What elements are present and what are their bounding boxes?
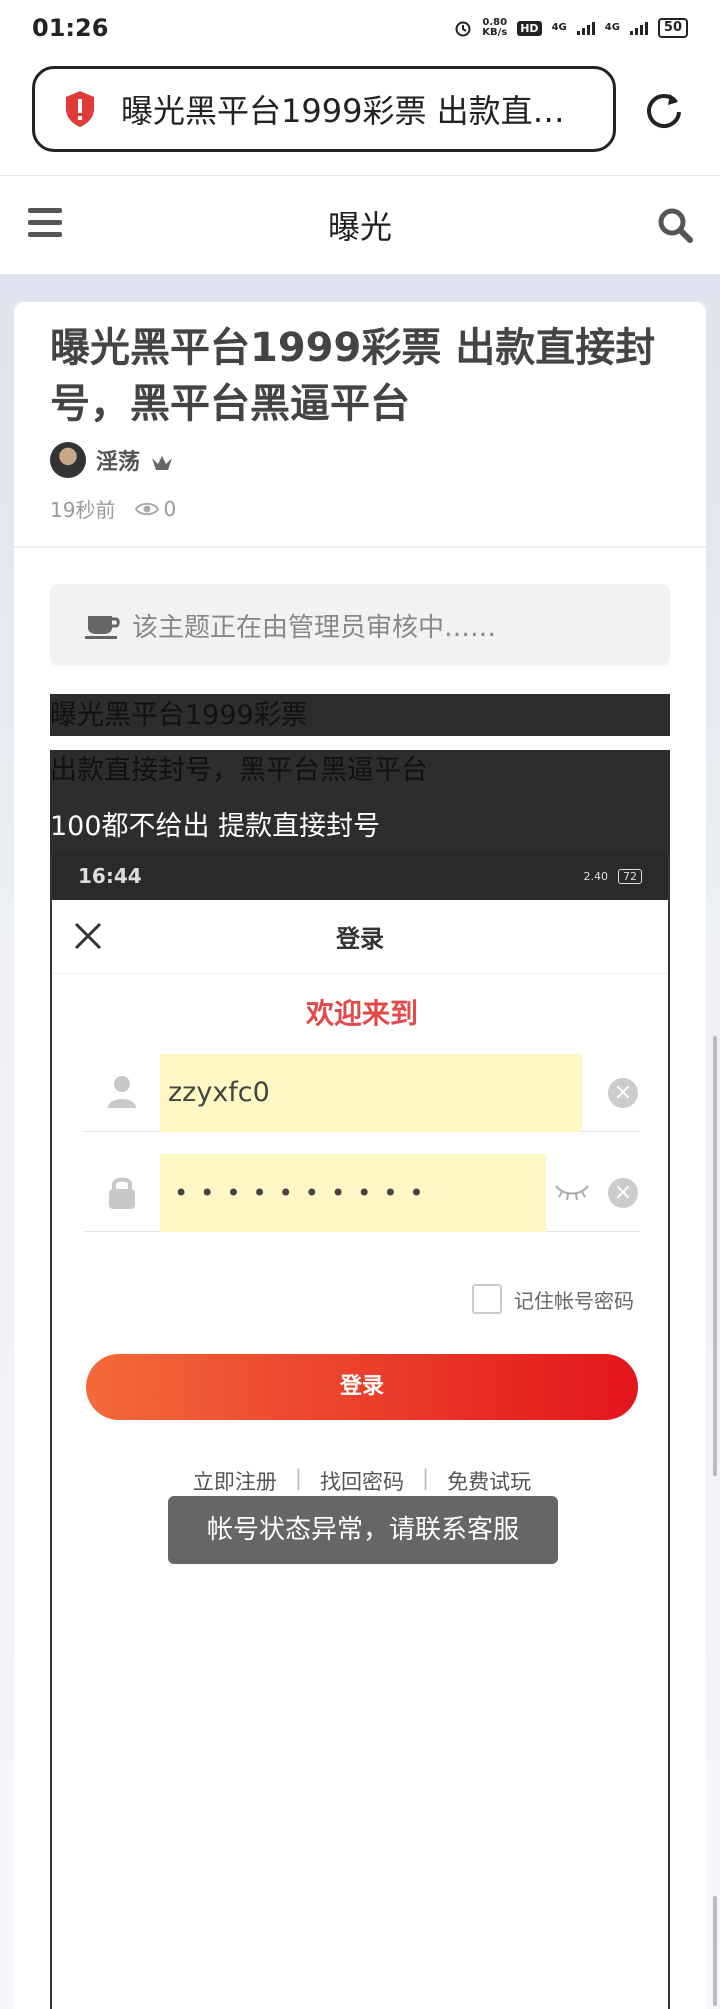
post-meta: 19秒前 0 <box>50 494 176 523</box>
password-value: •••••••••• <box>160 1154 546 1232</box>
net-speed: 0.80 KB/s <box>482 17 508 38</box>
hd-icon: HD <box>517 20 542 36</box>
site-title[interactable]: 曝光 <box>328 202 392 248</box>
scrollbar-lower[interactable] <box>713 1896 717 2006</box>
remember-checkbox <box>472 1284 502 1314</box>
embedded-time: 16:44 <box>78 864 142 888</box>
username-value: zzyxfc0 <box>160 1054 582 1132</box>
alarm-icon <box>455 21 471 37</box>
author-name[interactable]: 淫荡 <box>96 444 140 476</box>
account-links: 立即注册 | 找回密码 | 免费试玩 <box>52 1466 668 1496</box>
embedded-battery: 72 <box>618 868 642 884</box>
site-header: 曝光 <box>0 176 720 274</box>
status-bar: 01:26 0.80 KB/s HD 4G 4G 50 <box>0 0 720 56</box>
embedded-screenshot: 16:44 2.40 72 登录 欢迎来到 zzyxfc0 × ••••••••… <box>50 852 670 2009</box>
login-button: 登录 <box>86 1354 638 1420</box>
remember-label: 记住帐号密码 <box>514 1288 634 1313</box>
link-separator: | <box>422 1466 430 1490</box>
post-card: 曝光黑平台1999彩票 出款直接封号，黑平台黑逼平台 淫荡 19秒前 0 该主题… <box>14 302 706 2009</box>
lock-icon <box>109 1177 135 1209</box>
clear-icon: × <box>608 1178 638 1208</box>
status-icons: 0.80 KB/s HD 4G 4G 50 <box>454 18 688 38</box>
browser-toolbar: 曝光黑平台1999彩票 出款直… <box>0 56 720 176</box>
content-line-2: 出款直接封号，黑平台黑逼平台 <box>50 755 428 786</box>
coins-decoration-icon <box>382 1980 462 2009</box>
close-icon <box>74 922 102 950</box>
content-line-block: 出款直接封号，黑平台黑逼平台 100都不给出 提款直接封号 <box>50 750 670 866</box>
embedded-header: 登录 <box>52 900 668 974</box>
username-field: zzyxfc0 × <box>84 1054 640 1132</box>
register-link: 立即注册 <box>192 1470 277 1494</box>
content-line-1-text: 曝光黑平台1999彩票 <box>50 700 308 731</box>
address-bar[interactable]: 曝光黑平台1999彩票 出款直… <box>32 66 616 152</box>
password-field: •••••••••• × <box>84 1154 640 1232</box>
post-time: 19秒前 <box>50 498 116 522</box>
status-time: 01:26 <box>32 14 109 42</box>
user-icon <box>108 1076 136 1108</box>
forgot-password-link: 找回密码 <box>320 1470 404 1494</box>
signal-2-label: 4G <box>604 22 620 33</box>
reload-icon[interactable] <box>642 88 686 132</box>
error-toast: 帐号状态异常，请联系客服 <box>168 1496 558 1564</box>
notice-text: 该主题正在由管理员审核中…… <box>132 612 497 643</box>
eye-icon <box>135 502 160 515</box>
divider <box>14 546 706 548</box>
author-row: 淫荡 <box>50 442 174 478</box>
avatar[interactable] <box>50 442 86 478</box>
rank-badge-icon <box>152 456 173 470</box>
coffee-cup-icon <box>85 616 120 639</box>
address-text[interactable]: 曝光黑平台1999彩票 出款直… <box>121 86 581 132</box>
battery-icon: 50 <box>657 18 688 38</box>
menu-icon[interactable] <box>28 208 62 238</box>
embedded-speed: 2.40 <box>583 869 609 883</box>
search-icon[interactable] <box>656 206 694 244</box>
review-notice: 该主题正在由管理员审核中…… <box>50 584 670 666</box>
embedded-status-icons: 2.40 72 <box>583 868 642 884</box>
free-trial-link: 免费试玩 <box>447 1470 532 1494</box>
remember-password: 记住帐号密码 <box>472 1284 634 1314</box>
scrollbar[interactable] <box>713 1036 717 1476</box>
content-line-1: 曝光黑平台1999彩票 <box>50 694 670 736</box>
signal-1-label: 4G <box>551 22 567 33</box>
post-title: 曝光黑平台1999彩票 出款直接封号，黑平台黑逼平台 <box>50 325 656 427</box>
eye-closed-icon <box>555 1185 589 1201</box>
view-count: 0 <box>163 496 177 521</box>
link-separator: | <box>294 1466 302 1490</box>
embedded-status-bar: 16:44 2.40 72 <box>52 852 668 900</box>
warning-shield-icon[interactable] <box>63 89 97 129</box>
signal-1-icon <box>576 21 595 35</box>
clear-icon: × <box>608 1078 638 1108</box>
welcome-text: 欢迎来到 <box>305 997 418 1030</box>
signal-2-icon <box>629 21 648 35</box>
embedded-title: 登录 <box>336 925 384 953</box>
